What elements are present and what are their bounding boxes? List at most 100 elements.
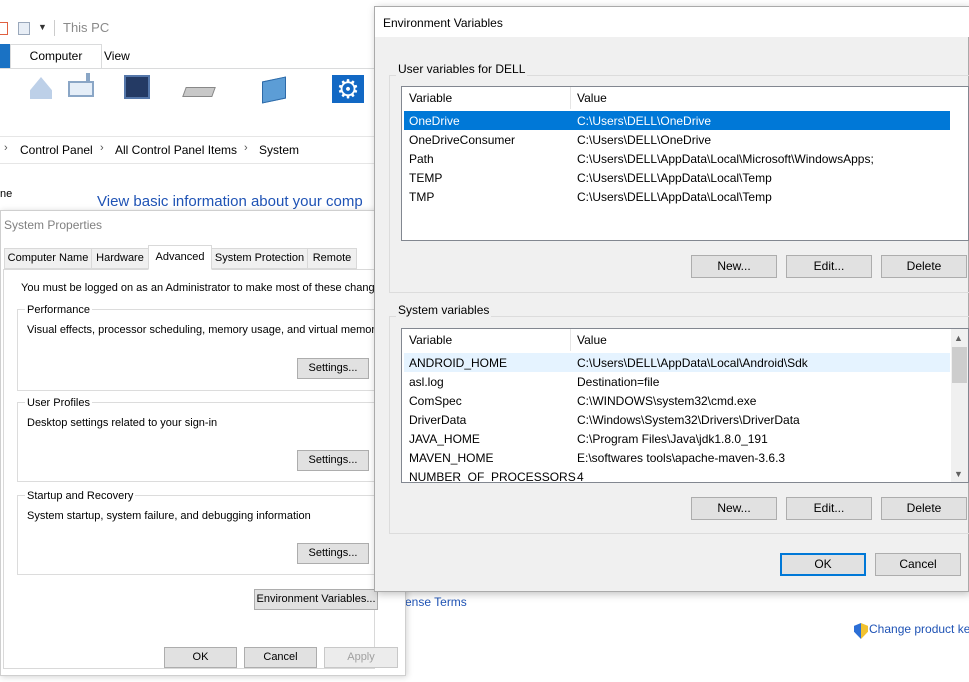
system-delete-button[interactable]: Delete bbox=[881, 497, 967, 520]
system-variables-title: System variables bbox=[396, 303, 492, 317]
column-divider[interactable] bbox=[570, 329, 571, 351]
system-var-row[interactable]: NUMBER_OF_PROCESSORS 4 bbox=[404, 467, 950, 483]
scroll-down-icon[interactable]: ▼ bbox=[954, 469, 963, 479]
system-var-row[interactable]: ComSpec C:\WINDOWS\system32\cmd.exe bbox=[404, 391, 950, 410]
var-name: TMP bbox=[409, 190, 435, 204]
quick-access-toolbar: ▼ This PC bbox=[0, 14, 380, 44]
env-ok-button[interactable]: OK bbox=[780, 553, 866, 576]
dialog-titlebar: Environment Variables bbox=[375, 7, 969, 37]
user-var-row[interactable]: OneDrive C:\Users\DELL\OneDrive bbox=[404, 111, 950, 130]
list-header: Variable Value bbox=[402, 329, 968, 351]
performance-settings-button[interactable]: Settings... bbox=[297, 358, 369, 379]
system-var-row[interactable]: ANDROID_HOME C:\Users\DELL\AppData\Local… bbox=[404, 353, 950, 372]
list-header: Variable Value bbox=[402, 87, 968, 109]
breadcrumb-control-panel[interactable]: Control Panel bbox=[20, 143, 93, 157]
scrollbar-thumb[interactable] bbox=[952, 347, 967, 383]
var-name: MAVEN_HOME bbox=[409, 451, 494, 465]
env-cancel-button[interactable]: Cancel bbox=[875, 553, 961, 576]
sidebar-text: ne bbox=[0, 188, 13, 200]
ok-button[interactable]: OK bbox=[164, 647, 237, 668]
properties-ribbon-icon[interactable] bbox=[30, 77, 52, 99]
var-name: NUMBER_OF_PROCESSORS bbox=[409, 470, 576, 483]
location-icon[interactable] bbox=[262, 76, 286, 104]
scroll-up-icon[interactable]: ▲ bbox=[954, 333, 963, 343]
system-var-row[interactable]: MAVEN_HOME E:\softwares tools\apache-mav… bbox=[404, 448, 950, 467]
file-tab[interactable] bbox=[0, 44, 10, 68]
tab-advanced[interactable]: Advanced bbox=[148, 245, 212, 270]
change-key-label: Change product ke bbox=[869, 622, 969, 636]
var-value: C:\Program Files\Java\jdk1.8.0_191 bbox=[577, 432, 768, 446]
breadcrumb-system[interactable]: System bbox=[259, 143, 299, 157]
media-icon[interactable] bbox=[124, 75, 150, 99]
tab-remote[interactable]: Remote bbox=[307, 248, 357, 269]
column-variable[interactable]: Variable bbox=[409, 91, 452, 105]
var-value: C:\Users\DELL\OneDrive bbox=[577, 114, 712, 128]
system-var-row[interactable]: DriverData C:\Windows\System32\Drivers\D… bbox=[404, 410, 950, 429]
var-name: OneDriveConsumer bbox=[409, 133, 516, 147]
environment-variables-button[interactable]: Environment Variables... bbox=[254, 589, 378, 610]
var-value: Destination=file bbox=[577, 375, 660, 389]
var-value: C:\WINDOWS\system32\cmd.exe bbox=[577, 394, 757, 408]
window-title: This PC bbox=[63, 20, 110, 35]
tab-computer[interactable]: Computer bbox=[10, 44, 102, 69]
ribbon-body: ⚙ bbox=[0, 68, 380, 104]
user-edit-button[interactable]: Edit... bbox=[786, 255, 872, 278]
var-name: TEMP bbox=[409, 171, 443, 185]
user-var-row[interactable]: Path C:\Users\DELL\AppData\Local\Microso… bbox=[404, 149, 950, 168]
var-value: C:\Users\DELL\AppData\Local\Microsoft\Wi… bbox=[577, 152, 874, 166]
chevron-right-icon[interactable]: › bbox=[244, 142, 248, 154]
system-properties-dialog: System Properties Computer Name Hardware… bbox=[0, 210, 406, 676]
column-variable[interactable]: Variable bbox=[409, 333, 452, 347]
cancel-button[interactable]: Cancel bbox=[244, 647, 317, 668]
system-edit-button[interactable]: Edit... bbox=[786, 497, 872, 520]
startup-recovery-label: Startup and Recovery bbox=[25, 490, 136, 502]
var-name: asl.log bbox=[409, 375, 444, 389]
var-name: ComSpec bbox=[409, 394, 462, 408]
dialog-title: System Properties bbox=[4, 218, 103, 232]
system-var-row[interactable]: asl.log Destination=file bbox=[404, 372, 950, 391]
user-delete-button[interactable]: Delete bbox=[881, 255, 967, 278]
var-value: E:\softwares tools\apache-maven-3.6.3 bbox=[577, 451, 786, 465]
system-var-row[interactable]: JAVA_HOME C:\Program Files\Java\jdk1.8.0… bbox=[404, 429, 950, 448]
user-var-row[interactable]: TMP C:\Users\DELL\AppData\Local\Temp bbox=[404, 187, 950, 206]
var-value: C:\Windows\System32\Drivers\DriverData bbox=[577, 413, 800, 427]
drive-icon[interactable] bbox=[182, 87, 216, 97]
user-profiles-settings-button[interactable]: Settings... bbox=[297, 450, 369, 471]
chevron-right-icon: › bbox=[4, 142, 8, 154]
new-folder-icon[interactable] bbox=[18, 22, 30, 35]
system-variables-list[interactable]: Variable Value ANDROID_HOME C:\Users\DEL… bbox=[401, 328, 969, 483]
network-drive-icon[interactable] bbox=[68, 81, 94, 97]
chevron-down-icon[interactable]: ▼ bbox=[38, 22, 47, 32]
user-variables-list[interactable]: Variable Value OneDrive C:\Users\DELL\On… bbox=[401, 86, 969, 241]
user-var-row[interactable]: TEMP C:\Users\DELL\AppData\Local\Temp bbox=[404, 168, 950, 187]
performance-desc: Visual effects, processor scheduling, me… bbox=[27, 324, 381, 336]
tab-system-protection[interactable]: System Protection bbox=[211, 248, 308, 269]
license-terms-link[interactable]: ense Terms bbox=[405, 595, 467, 609]
var-value: C:\Users\DELL\AppData\Local\Android\Sdk bbox=[577, 356, 808, 370]
user-profiles-desc: Desktop settings related to your sign-in bbox=[27, 417, 218, 429]
tab-hardware[interactable]: Hardware bbox=[91, 248, 149, 269]
column-value[interactable]: Value bbox=[577, 91, 607, 105]
var-name: OneDrive bbox=[409, 114, 460, 128]
system-list-scrollbar[interactable]: ▲ ▼ bbox=[951, 329, 968, 482]
change-product-key-link[interactable]: Change product ke bbox=[852, 622, 969, 636]
startup-settings-button[interactable]: Settings... bbox=[297, 543, 369, 564]
system-new-button[interactable]: New... bbox=[691, 497, 777, 520]
column-divider[interactable] bbox=[570, 87, 571, 109]
apply-button[interactable]: Apply bbox=[324, 647, 398, 668]
user-var-row[interactable]: OneDriveConsumer C:\Users\DELL\OneDrive bbox=[404, 130, 950, 149]
ribbon-tabs: Computer View bbox=[0, 44, 380, 69]
breadcrumb: › Control Panel › All Control Panel Item… bbox=[0, 136, 380, 164]
tab-view[interactable]: View bbox=[104, 44, 130, 68]
tab-computer-name[interactable]: Computer Name bbox=[4, 248, 92, 269]
user-new-button[interactable]: New... bbox=[691, 255, 777, 278]
properties-icon[interactable] bbox=[0, 22, 8, 35]
settings-gear-icon[interactable]: ⚙ bbox=[332, 75, 364, 103]
var-name: JAVA_HOME bbox=[409, 432, 480, 446]
breadcrumb-all-items[interactable]: All Control Panel Items bbox=[115, 143, 237, 157]
var-value: C:\Users\DELL\AppData\Local\Temp bbox=[577, 171, 772, 185]
column-value[interactable]: Value bbox=[577, 333, 607, 347]
var-name: DriverData bbox=[409, 413, 467, 427]
chevron-right-icon[interactable]: › bbox=[100, 142, 104, 154]
network-cable-icon bbox=[86, 73, 90, 83]
